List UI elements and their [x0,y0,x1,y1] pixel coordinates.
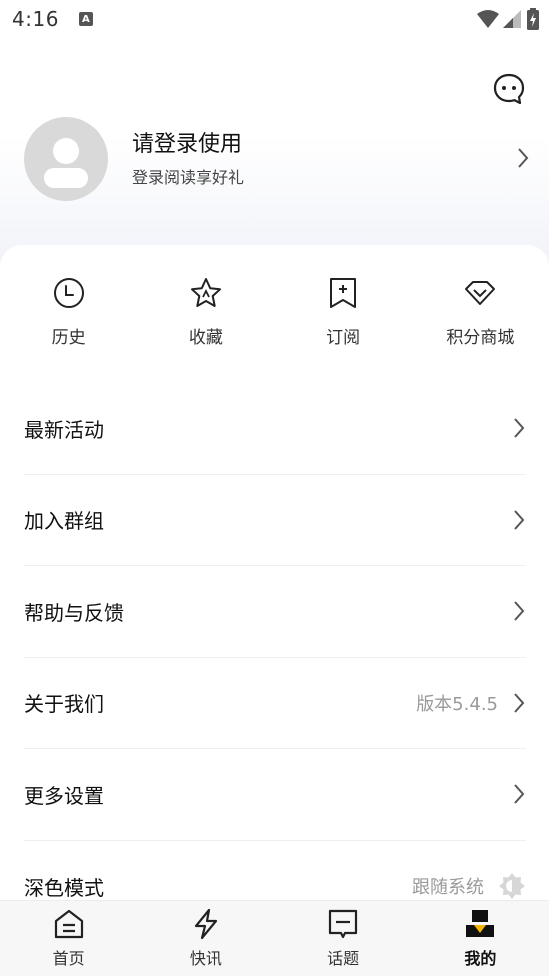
chevron-right-icon [514,601,525,621]
chevron-right-icon [514,418,525,438]
tab-flash-news[interactable]: 快讯 [137,901,274,976]
shortcut-label: 订阅 [326,328,361,348]
menu-item-about-us[interactable]: 关于我们 版本5.4.5 [24,658,526,749]
chevron-right-icon [518,148,529,168]
settings-menu: 最新活动 加入群组 帮助与反馈 关于我们 版本5.4.5 更多设置 深色模式 跟… [24,383,526,932]
menu-item-help-feedback[interactable]: 帮助与反馈 [24,566,526,658]
chevron-right-icon [514,784,525,804]
login-title: 请登录使用 [132,132,243,157]
message-button[interactable] [492,72,526,106]
menu-item-join-group[interactable]: 加入群组 [24,475,526,566]
status-time: 4:16 [12,7,59,31]
menu-item-label: 帮助与反馈 [24,600,124,625]
tab-label: 话题 [327,949,360,968]
topic-icon [329,909,358,939]
star-icon [190,278,221,307]
diamond-icon [465,281,496,305]
battery-icon [527,8,539,30]
menu-item-label: 最新活动 [24,417,104,442]
tab-label: 我的 [464,949,497,968]
avatar[interactable] [24,117,108,201]
shortcut-favorites[interactable]: 收藏 [137,275,274,355]
status-icons [477,8,539,30]
lightning-icon [194,908,217,940]
notification-icon: A [78,12,93,26]
chat-bubble-icon [493,73,525,105]
shortcut-points-mall[interactable]: 积分商城 [412,275,549,355]
brightness-icon [499,873,525,900]
home-icon [54,909,83,939]
shortcut-subscribe[interactable]: 订阅 [275,275,412,355]
status-bar: 4:16 A [0,0,549,38]
menu-item-label: 更多设置 [24,783,104,808]
menu-item-latest-events[interactable]: 最新活动 [24,383,526,475]
clock-icon [53,278,84,308]
menu-item-label: 加入群组 [24,509,104,534]
shortcut-bar: 历史 收藏 订阅 积分商城 [0,275,549,355]
content-card: 历史 收藏 订阅 积分商城 最新活动 加入群组 帮助与反馈 关于我们 版本5.4… [0,245,549,905]
shortcut-label: 积分商城 [446,328,515,348]
signal-icon [503,10,521,28]
tab-home[interactable]: 首页 [0,901,137,976]
profile-text: 请登录使用 登录阅读享好礼 [132,130,534,188]
tab-mine[interactable]: 我的 [412,901,549,976]
tab-label: 首页 [52,949,85,968]
menu-item-label: 深色模式 [24,875,104,900]
default-avatar-icon [44,138,88,188]
shortcut-label: 收藏 [188,328,223,348]
menu-item-more-settings[interactable]: 更多设置 [24,749,526,841]
shortcut-label: 历史 [51,328,86,348]
wifi-icon [477,10,499,28]
shortcut-history[interactable]: 历史 [0,275,137,355]
login-subtitle: 登录阅读享好礼 [132,168,245,187]
tab-topics[interactable]: 话题 [275,901,412,976]
bottom-tab-bar: 首页 快讯 话题 我的 [0,900,549,976]
login-profile-row[interactable]: 请登录使用 登录阅读享好礼 [24,117,534,201]
menu-item-label: 关于我们 [24,692,104,717]
version-text: 版本5.4.5 [416,693,498,715]
tab-label: 快讯 [189,949,222,968]
dark-mode-value: 跟随系统 [412,877,484,899]
chevron-right-icon [514,693,525,713]
profile-icon [466,910,495,937]
bookmark-add-icon [330,278,357,308]
chevron-right-icon [514,510,525,530]
